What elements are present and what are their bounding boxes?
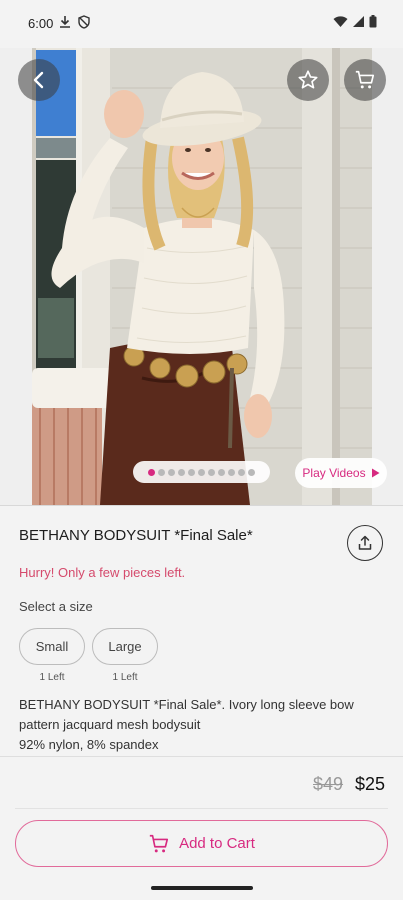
size-option-label: Small <box>35 639 69 654</box>
gallery-dot[interactable] <box>168 468 175 476</box>
size-option-large[interactable]: Large <box>92 628 158 665</box>
stock-urgency-text: Hurry! Only a few pieces left. <box>19 565 186 580</box>
product-title: BETHANY BODYSUIT *Final Sale* <box>19 527 253 544</box>
battery-icon <box>369 15 377 28</box>
gallery-dot[interactable] <box>198 468 205 476</box>
description-text: BETHANY BODYSUIT *Final Sale*. Ivory lon… <box>19 697 354 732</box>
divider <box>15 808 388 809</box>
gallery-dot[interactable] <box>208 468 215 476</box>
product-gallery[interactable]: Play Videos <box>0 48 403 505</box>
gallery-dot[interactable] <box>178 468 185 476</box>
size-stock-large: 1 Left <box>112 672 138 683</box>
sale-price: $25 <box>355 774 386 794</box>
size-option-small[interactable]: Small <box>19 628 85 665</box>
cart-button[interactable] <box>344 59 386 101</box>
gallery-dot[interactable] <box>158 468 165 476</box>
size-prompt: Select a size <box>19 599 93 614</box>
wifi-icon <box>333 16 348 27</box>
status-bar: 6:00 <box>0 0 403 48</box>
share-icon <box>358 535 372 550</box>
shield-icon <box>78 15 90 29</box>
back-arrow-icon <box>33 71 44 89</box>
cart-icon <box>355 70 375 89</box>
back-button[interactable] <box>18 59 60 101</box>
gallery-dot[interactable] <box>238 468 245 476</box>
gallery-page-indicator[interactable] <box>133 461 270 483</box>
share-button[interactable] <box>347 525 383 561</box>
play-triangle-icon <box>371 468 380 478</box>
gallery-dot[interactable] <box>248 468 255 476</box>
original-price: $49 <box>313 774 344 794</box>
product-photo-illustration <box>32 48 372 505</box>
favorite-button[interactable] <box>287 59 329 101</box>
cart-icon <box>149 834 169 852</box>
add-to-cart-button[interactable]: Add to Cart <box>15 820 388 867</box>
add-to-cart-label: Add to Cart <box>179 835 255 852</box>
product-description: BETHANY BODYSUIT *Final Sale*. Ivory lon… <box>19 695 384 755</box>
play-videos-label: Play Videos <box>302 466 366 480</box>
gallery-dot[interactable] <box>188 468 195 476</box>
size-stock-small: 1 Left <box>39 672 65 683</box>
product-photo[interactable] <box>32 48 372 505</box>
material-text: 92% nylon, 8% spandex <box>19 737 159 752</box>
play-videos-button[interactable]: Play Videos <box>295 458 387 488</box>
download-icon <box>60 16 70 28</box>
gallery-dot[interactable] <box>148 468 155 476</box>
gallery-dot[interactable] <box>228 468 235 476</box>
gallery-dot[interactable] <box>218 468 225 476</box>
size-option-label: Large <box>108 639 142 654</box>
cell-signal-icon <box>353 16 364 27</box>
status-time: 6:00 <box>28 16 54 31</box>
home-indicator[interactable] <box>151 886 253 890</box>
star-outline-icon <box>298 70 318 89</box>
divider <box>0 505 403 506</box>
divider <box>0 756 403 757</box>
